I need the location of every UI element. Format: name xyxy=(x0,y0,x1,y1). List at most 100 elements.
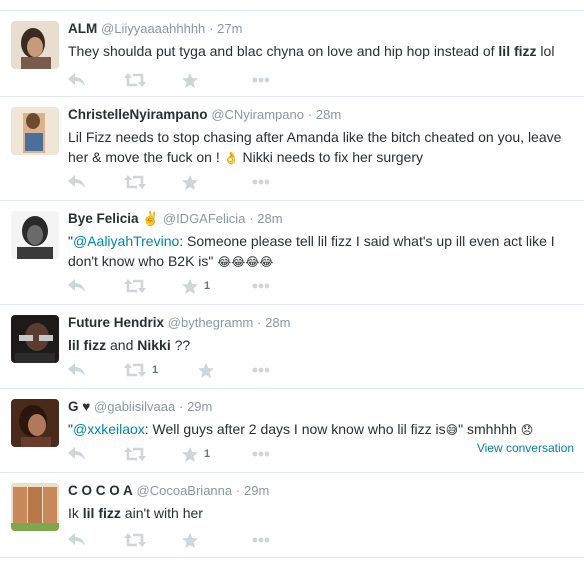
text-segment: : Well guys after 2 days I now know who … xyxy=(144,421,446,437)
reply-icon xyxy=(68,363,85,376)
more-icon xyxy=(252,283,270,289)
username[interactable]: @gabiisilvaaa xyxy=(94,399,175,414)
tweet-content: G ♥ @gabiisilvaaa · 29m "@xxkeilaox: Wel… xyxy=(68,398,576,440)
tweet[interactable]: G ♥ @gabiisilvaaa · 29m "@xxkeilaox: Wel… xyxy=(0,388,584,472)
retweet-button[interactable] xyxy=(124,173,152,191)
username[interactable]: @CNyirampano xyxy=(211,107,304,122)
more-button[interactable] xyxy=(252,445,270,463)
reply-button[interactable] xyxy=(68,445,86,463)
fullname[interactable]: C O C O A xyxy=(68,483,133,498)
fullname[interactable]: Future Hendrix xyxy=(68,315,164,330)
timestamp[interactable]: 29m xyxy=(187,399,212,414)
reply-icon xyxy=(68,73,85,86)
more-icon xyxy=(252,179,270,185)
more-button[interactable] xyxy=(252,531,270,549)
fullname[interactable]: G ♥ xyxy=(68,399,90,414)
avatar[interactable] xyxy=(11,399,59,447)
favorite-button[interactable]: 1 xyxy=(182,277,210,295)
retweet-button[interactable] xyxy=(124,277,152,295)
separator-dot: · xyxy=(257,315,262,330)
tweet-header: C O C O A @CocoaBrianna · 29m xyxy=(68,482,576,500)
retweet-icon xyxy=(124,533,146,547)
fullname[interactable]: ChristelleNyirampano xyxy=(68,107,208,122)
timestamp[interactable]: 28m xyxy=(265,315,290,330)
separator-dot: · xyxy=(249,211,254,226)
username[interactable]: @bythegramm xyxy=(168,315,253,330)
tweet[interactable]: Bye Felicia ✌ @IDGAFelicia · 28m "@Aaliy… xyxy=(0,200,584,304)
tweet[interactable]: Future Hendrix @bythegramm · 28m lil fiz… xyxy=(0,304,584,388)
text-segment: ain't with her xyxy=(120,505,203,521)
tweet-text: lil fizz and Nikki ?? xyxy=(68,335,576,355)
reply-icon xyxy=(68,175,85,188)
emoji: 😂😂😂😂 xyxy=(217,255,274,269)
favorite-button[interactable] xyxy=(182,173,204,191)
tweet[interactable]: ALM @Liiyyaaaahhhhh · 27m They shoulda p… xyxy=(0,10,584,96)
favorite-button[interactable] xyxy=(198,361,220,379)
username[interactable]: @IDGAFelicia xyxy=(163,211,246,226)
tweet-header: Future Hendrix @bythegramm · 28m xyxy=(68,314,576,332)
star-icon xyxy=(182,278,198,294)
fullname[interactable]: Bye Felicia ✌ xyxy=(68,211,159,226)
tweet-actions: 1 xyxy=(68,445,368,463)
tweet-content: Bye Felicia ✌ @IDGAFelicia · 28m "@Aaliy… xyxy=(68,210,576,272)
avatar[interactable] xyxy=(11,21,59,69)
fullname[interactable]: ALM xyxy=(68,21,97,36)
reply-button[interactable] xyxy=(68,277,86,295)
reply-button[interactable] xyxy=(68,71,86,89)
tweet-actions: 1 xyxy=(68,277,368,295)
mention-link[interactable]: @xxkeilaox xyxy=(73,421,145,437)
retweet-button[interactable] xyxy=(124,71,152,89)
more-button[interactable] xyxy=(252,173,270,191)
timestamp[interactable]: 28m xyxy=(316,107,341,122)
tweet-actions: 1 xyxy=(68,361,368,379)
avatar[interactable] xyxy=(11,315,59,363)
more-button[interactable] xyxy=(252,71,270,89)
retweet-icon xyxy=(124,279,146,293)
tweet-actions xyxy=(68,531,368,549)
tweet-content: ALM @Liiyyaaaahhhhh · 27m They shoulda p… xyxy=(68,20,576,61)
mention-link[interactable]: @AaliyahTrevino xyxy=(73,233,179,249)
emoji: 👌 xyxy=(223,151,239,165)
tweet-text: They shoulda put tyga and blac chyna on … xyxy=(68,41,576,61)
view-conversation-link[interactable]: View conversation xyxy=(477,441,574,455)
favorite-button[interactable] xyxy=(182,71,204,89)
username[interactable]: @CocoaBrianna xyxy=(137,483,233,498)
retweet-icon xyxy=(124,363,146,377)
timestamp[interactable]: 28m xyxy=(257,211,282,226)
timestamp[interactable]: 29m xyxy=(244,483,269,498)
avatar[interactable] xyxy=(11,211,59,259)
retweet-icon xyxy=(124,73,146,87)
text-segment: ?? xyxy=(170,337,191,353)
star-icon xyxy=(182,446,198,462)
emoji: 😞 xyxy=(520,423,534,437)
separator-dot: · xyxy=(209,21,214,36)
reply-button[interactable] xyxy=(68,531,86,549)
highlighted-keyword: Nikki xyxy=(137,337,171,353)
tweet[interactable]: C O C O A @CocoaBrianna · 29m Ik lil fiz… xyxy=(0,472,584,558)
avatar[interactable] xyxy=(11,483,59,531)
tweet-actions xyxy=(68,71,368,89)
tweet[interactable]: ChristelleNyirampano @CNyirampano · 28m … xyxy=(0,96,584,200)
more-icon xyxy=(252,537,270,543)
more-button[interactable] xyxy=(252,361,270,379)
text-segment: Nikki needs to fix her surgery xyxy=(238,149,423,165)
highlighted-keyword: lil fizz xyxy=(68,337,107,353)
tweet-text: "@xxkeilaox: Well guys after 2 days I no… xyxy=(68,419,576,440)
avatar[interactable] xyxy=(11,107,59,155)
retweet-button[interactable] xyxy=(124,445,152,463)
timestamp[interactable]: 27m xyxy=(217,21,242,36)
tweet-header: Bye Felicia ✌ @IDGAFelicia · 28m xyxy=(68,210,576,228)
retweet-button[interactable] xyxy=(124,531,152,549)
tweet-content: Future Hendrix @bythegramm · 28m lil fiz… xyxy=(68,314,576,355)
reply-button[interactable] xyxy=(68,361,86,379)
star-icon xyxy=(182,532,198,548)
reply-button[interactable] xyxy=(68,173,86,191)
text-segment: and xyxy=(106,337,138,353)
favorite-button[interactable]: 1 xyxy=(182,445,210,463)
more-button[interactable] xyxy=(252,277,270,295)
retweet-button[interactable]: 1 xyxy=(124,361,158,379)
favorite-button[interactable] xyxy=(182,531,204,549)
tweet-content: ChristelleNyirampano @CNyirampano · 28m … xyxy=(68,106,576,168)
username[interactable]: @Liiyyaaaahhhhh xyxy=(101,21,205,36)
star-icon xyxy=(182,174,198,190)
